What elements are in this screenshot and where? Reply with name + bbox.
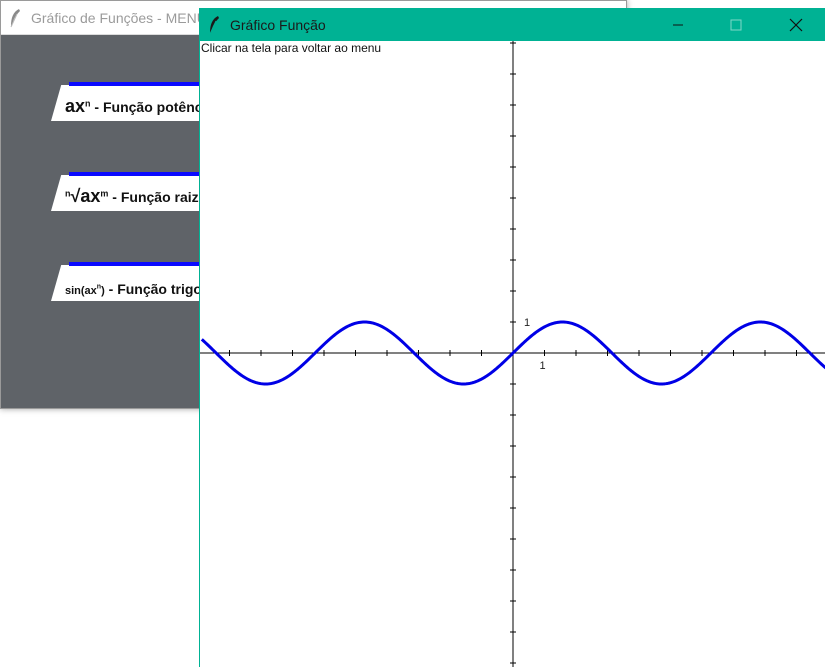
minimize-icon	[673, 24, 683, 25]
trig-formula: sin(ax	[65, 285, 97, 297]
power-function-button[interactable]: axn - Função potência	[51, 81, 221, 121]
maximize-button[interactable]	[713, 8, 759, 41]
back-to-menu-hint: Clicar na tela para voltar ao menu	[201, 41, 382, 55]
root-label: - Função raiz	[108, 189, 199, 205]
maximize-icon	[730, 19, 742, 30]
feather-icon	[10, 9, 20, 28]
minimize-button[interactable]	[655, 8, 701, 41]
graph-canvas[interactable]: 11	[200, 41, 825, 667]
close-icon	[789, 18, 803, 31]
root-function-button[interactable]: n√axm - Função raiz	[51, 171, 221, 211]
feather-icon	[209, 16, 219, 35]
menu-window-title: Gráfico de Funções - MENU	[31, 10, 207, 26]
y-tick-label: 1	[524, 317, 530, 329]
trig-function-button[interactable]: sin(axn) - Função trigonométrica	[51, 261, 269, 301]
close-button[interactable]	[773, 8, 819, 41]
root-formula: √ax	[70, 186, 101, 206]
graph-window: Gráfico Função 11 Clicar na tela para vo…	[199, 8, 825, 667]
graph-titlebar[interactable]: Gráfico Função	[200, 8, 825, 41]
x-tick-label: 1	[540, 360, 546, 372]
power-label: - Função potência	[90, 99, 215, 115]
graph-window-title: Gráfico Função	[230, 17, 326, 33]
power-formula: ax	[65, 96, 86, 116]
